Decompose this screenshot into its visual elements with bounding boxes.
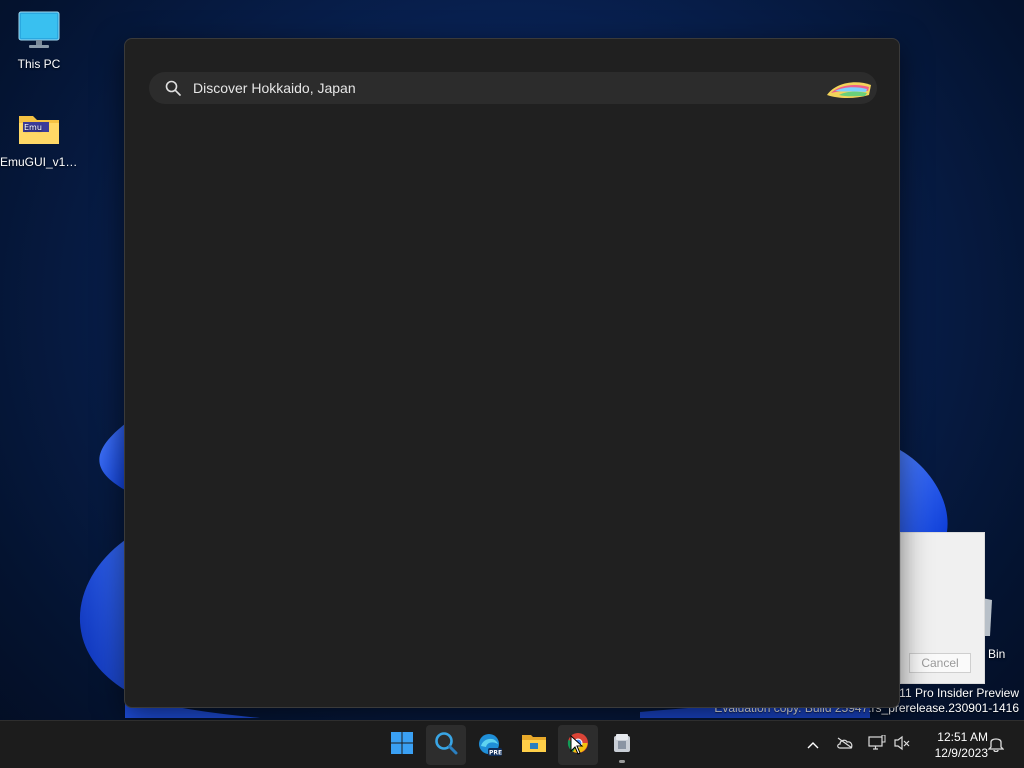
search-icon [434,731,458,760]
running-indicator [619,760,625,763]
onedrive-icon [836,736,854,754]
start-button[interactable] [382,725,422,765]
clock-time: 12:51 AM [937,730,988,744]
installer-app-button[interactable] [602,725,642,765]
search-box[interactable]: Discover Hokkaido, Japan [149,72,877,104]
search-icon [165,80,181,96]
folder-icon [521,732,547,759]
installer-icon [611,732,633,759]
taskbar-search-button[interactable] [426,725,466,765]
search-highlight-icon[interactable] [825,75,873,101]
svg-text:Emu: Emu [24,123,42,132]
monitor-icon [0,10,78,53]
desktop-icon-emugui[interactable]: Emu EmuGUI_v1.... [0,108,78,169]
clock-date: 12/9/2023 [934,746,988,760]
desktop-icon-label: EmuGUI_v1.... [0,155,78,169]
volume-muted-icon [893,735,911,756]
network-tray-button[interactable] [865,733,889,757]
recycle-bin-label: Bin [988,647,1006,661]
onedrive-tray-button[interactable] [833,733,857,757]
show-hidden-icons-button[interactable] [801,733,825,757]
background-dialog: Cancel [900,532,985,684]
bell-icon [987,734,1005,757]
search-flyout: Discover Hokkaido, Japan [124,38,900,708]
desktop-icon-label: This PC [17,57,61,71]
desktop-icon-this-pc[interactable]: This PC [0,10,78,71]
edge-beta-button[interactable]: PRE [470,725,510,765]
taskbar: PRE 12:51 AM 12/9/2023 [0,720,1024,768]
windows-logo-icon [390,731,414,760]
folder-icon: Emu [0,108,78,151]
notifications-button[interactable] [984,733,1008,757]
cancel-button[interactable]: Cancel [909,653,971,673]
network-icon [868,734,886,756]
clock[interactable]: 12:51 AM 12/9/2023 [918,729,988,761]
volume-tray-button[interactable] [890,733,914,757]
edge-badge: PRE [489,750,502,757]
chevron-up-icon [807,736,819,754]
search-input[interactable]: Discover Hokkaido, Japan [193,80,825,96]
mouse-cursor-icon [570,734,584,760]
edge-beta-icon: PRE [477,732,503,758]
file-explorer-button[interactable] [514,725,554,765]
